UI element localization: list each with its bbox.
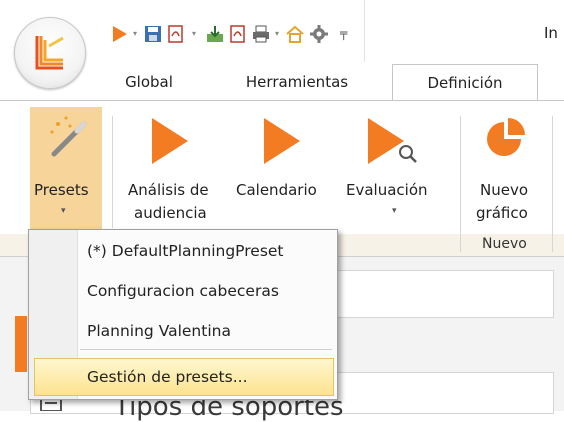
menu-item-default-planning-preset[interactable]: (*) DefaultPlanningPreset xyxy=(87,242,284,260)
play-icon xyxy=(150,116,190,166)
evaluate-play-search-icon xyxy=(366,116,426,168)
app-logo-icon xyxy=(15,18,85,88)
ribbon-separator xyxy=(552,116,553,252)
presets-label: Presets xyxy=(34,180,89,200)
home-icon[interactable] xyxy=(285,24,305,44)
menu-item-configuracion-cabeceras[interactable]: Configuracion cabeceras xyxy=(87,282,279,300)
tab-definicion[interactable]: Definición xyxy=(392,64,538,101)
download-icon[interactable] xyxy=(205,24,225,44)
chevron-down-icon[interactable]: ▾ xyxy=(273,30,281,38)
evaluacion-label: Evaluación xyxy=(346,180,428,200)
save-icon[interactable] xyxy=(143,24,163,44)
menu-separator xyxy=(80,349,332,350)
ribbon-separator xyxy=(460,116,461,252)
nuevo-grafico-label-line1: Nuevo xyxy=(480,180,528,200)
menu-item-planning-valentina[interactable]: Planning Valentina xyxy=(87,322,231,340)
chevron-down-icon[interactable]: ▾ xyxy=(131,30,139,38)
group-label-nuevo: Nuevo xyxy=(482,236,527,252)
analisis-label-line1: Análisis de xyxy=(128,180,209,200)
nuevo-grafico-label-line2: gráfico xyxy=(476,203,528,223)
play-icon xyxy=(262,116,302,166)
pdf-icon[interactable] xyxy=(228,24,248,44)
pie-chart-icon xyxy=(484,116,528,162)
pdf-export-icon[interactable] xyxy=(166,24,186,44)
chevron-down-icon: ▾ xyxy=(61,206,66,216)
customize-icon[interactable]: ╤ xyxy=(340,26,347,40)
print-icon[interactable] xyxy=(251,24,271,44)
calendario-label: Calendario xyxy=(236,180,317,200)
analisis-label-line2: audiencia xyxy=(134,203,207,223)
accent-strip xyxy=(15,316,27,372)
play-icon[interactable] xyxy=(110,24,130,44)
title-divider xyxy=(364,0,365,62)
chevron-down-icon[interactable]: ▾ xyxy=(190,30,198,38)
ribbon-separator xyxy=(112,116,113,228)
tab-herramientas[interactable]: Herramientas xyxy=(232,64,362,100)
magic-wand-icon xyxy=(44,112,94,162)
window-title: In xyxy=(544,24,558,42)
chevron-down-icon: ▾ xyxy=(392,206,397,216)
menu-item-gestion-presets-label: Gestión de presets... xyxy=(87,368,248,386)
app-menu-button[interactable] xyxy=(14,17,86,89)
gear-icon[interactable] xyxy=(309,24,329,44)
tab-global[interactable]: Global xyxy=(118,64,180,100)
